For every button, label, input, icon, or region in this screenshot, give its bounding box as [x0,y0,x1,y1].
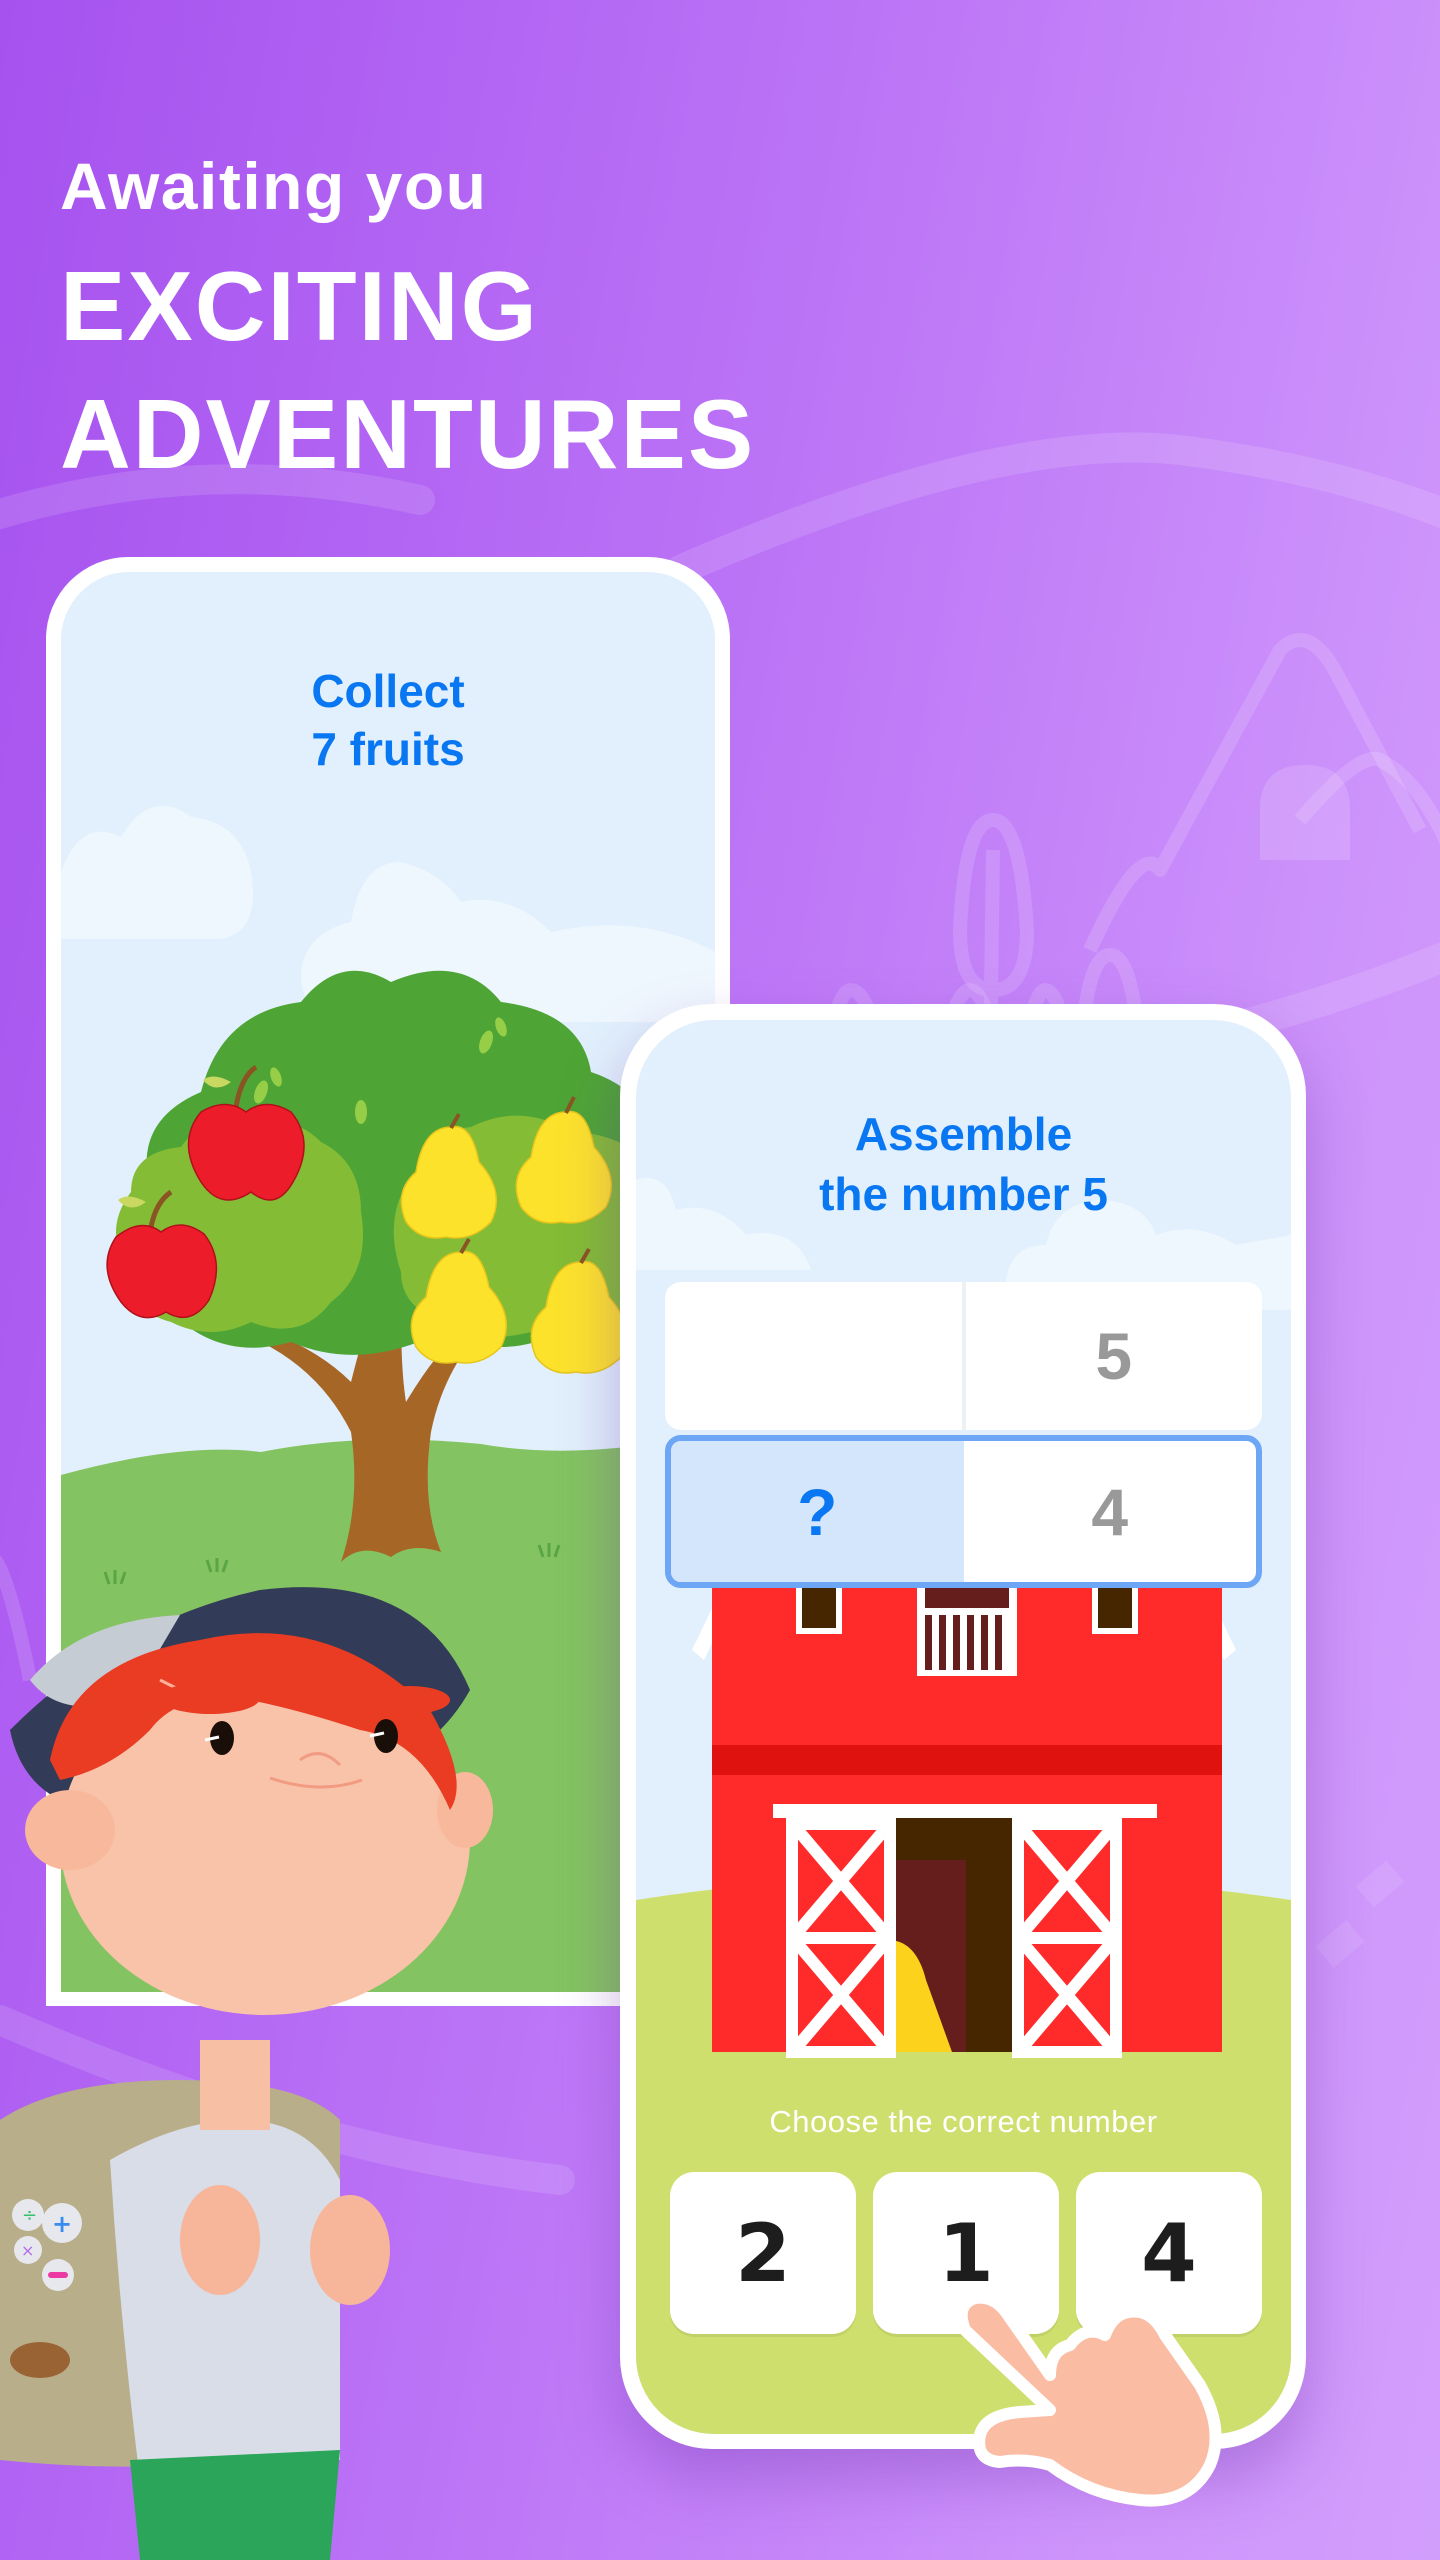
phone-mockup-assemble-number: Assemble the number 5 5 ? 4 Choose the c… [620,1004,1306,2449]
composition-cell-empty [665,1282,966,1430]
bg-confetti [1315,1920,1365,1968]
cloud-left [61,805,253,939]
eye-right [374,1719,398,1753]
headline-subtitle: Awaiting you [60,149,488,223]
hand-right [310,2195,390,2305]
pointing-hand-icon [955,2291,1222,2507]
number-composition-row-2-selected[interactable]: ? 4 [665,1435,1262,1588]
assemble-number-screen: Assemble the number 5 5 ? 4 Choose the c… [636,1020,1291,2434]
keychain-dog [10,2342,70,2378]
pants [130,2450,340,2560]
composition-cell-target: 5 [1095,1319,1133,1393]
instruction-text: Choose the correct number [769,2104,1158,2139]
number-composition-row-1: 5 [665,1282,1262,1430]
bg-confetti [1355,1860,1405,1908]
barn-band [712,1745,1222,1775]
bg-mountain-icon [1083,633,1427,953]
collect-title-line2: 7 fruits [311,723,465,775]
headline-title-line2: ADVENTURES [60,379,756,489]
hand-left [180,2185,260,2295]
choice-button-2[interactable]: 2 [670,2172,856,2334]
svg-text:÷: ÷ [22,2205,37,2226]
bg-house-icon [1260,765,1350,860]
svg-text:×: × [21,2241,34,2260]
bg-arc-top [665,432,1440,585]
collect-title-line1: Collect [311,665,465,717]
svg-text:+: + [52,2210,72,2238]
kid-character-illustration: ÷ + × [0,1587,493,2560]
assemble-title-line1: Assemble [854,1108,1073,1160]
headline-title-line1: EXCITING [60,251,539,361]
shirt [110,2120,340,2480]
composition-cell-unknown[interactable]: ? [671,1441,964,1582]
assemble-title-line2: the number 5 [819,1168,1108,1220]
composition-cell-known: 4 [1091,1474,1129,1549]
